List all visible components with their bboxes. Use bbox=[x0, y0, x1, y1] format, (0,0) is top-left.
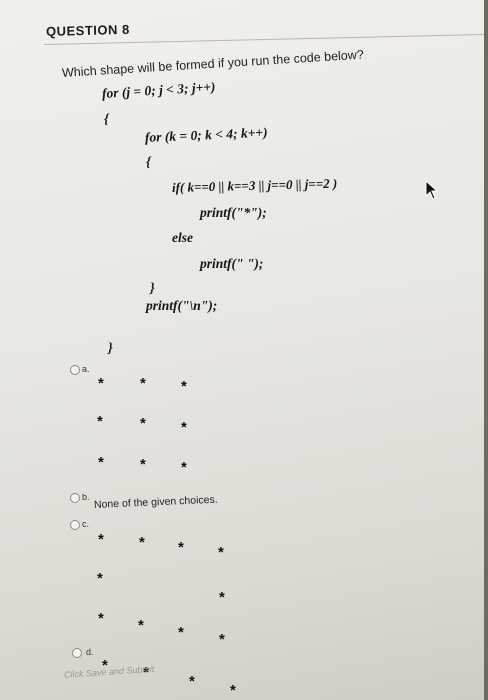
option-b-text: None of the given choices. bbox=[93, 493, 218, 511]
option-a-star: * bbox=[181, 378, 187, 395]
page-edge-shadow bbox=[484, 0, 488, 700]
option-b-radio[interactable] bbox=[70, 493, 80, 503]
code-line-10: printf("\n"); bbox=[146, 298, 218, 313]
code-line-8: printf(" "); bbox=[200, 256, 264, 271]
option-a-star: * bbox=[181, 419, 187, 436]
option-c-label: c. bbox=[82, 519, 90, 529]
code-line-9: } bbox=[150, 280, 155, 295]
question-text: Which shape will be formed if you run th… bbox=[61, 47, 365, 80]
code-line-2: { bbox=[104, 111, 109, 126]
option-c-star: * bbox=[138, 617, 144, 634]
code-line-11: } bbox=[108, 340, 113, 355]
save-submit-hint: Click Save and Submit bbox=[63, 663, 155, 680]
option-c-star: * bbox=[218, 544, 224, 561]
option-a-label: a. bbox=[82, 364, 90, 374]
option-a-star: * bbox=[97, 413, 103, 430]
code-line-3: for (k = 0; k < 4; k++) bbox=[144, 124, 268, 145]
option-d-radio[interactable] bbox=[72, 648, 82, 658]
option-c-star: * bbox=[178, 624, 184, 641]
option-c-star: * bbox=[98, 610, 104, 627]
option-c-star: * bbox=[219, 589, 225, 606]
code-line-1: for (j = 0; j < 3; j++) bbox=[101, 79, 216, 101]
mouse-pointer-icon bbox=[425, 179, 439, 205]
option-d-star: * bbox=[189, 673, 195, 690]
option-a-radio[interactable] bbox=[70, 365, 80, 375]
code-line-6: printf("*"); bbox=[200, 205, 267, 220]
option-c-star: * bbox=[139, 534, 145, 551]
option-c-radio[interactable] bbox=[70, 520, 80, 530]
option-c-star: * bbox=[97, 570, 103, 587]
option-a-star: * bbox=[140, 415, 146, 432]
option-b-label: b. bbox=[82, 492, 90, 502]
option-a-star: * bbox=[98, 454, 104, 471]
option-a-star: * bbox=[140, 456, 146, 473]
option-c-star: * bbox=[219, 631, 225, 648]
option-a-star: * bbox=[140, 375, 146, 392]
code-line-7: else bbox=[172, 230, 193, 245]
option-c-star: * bbox=[178, 539, 184, 556]
option-d-star: * bbox=[230, 682, 236, 699]
quiz-page: QUESTION 8 Which shape will be formed if… bbox=[0, 0, 488, 700]
code-line-4: { bbox=[146, 154, 151, 169]
option-a-star: * bbox=[181, 459, 187, 476]
code-line-5: if( k==0 || k==3 || j==0 || j==2 ) bbox=[171, 175, 338, 195]
option-a-star: * bbox=[98, 375, 104, 392]
option-d-label: d. bbox=[86, 647, 94, 657]
question-title: QUESTION 8 bbox=[45, 21, 130, 39]
option-c-star: * bbox=[98, 531, 104, 548]
